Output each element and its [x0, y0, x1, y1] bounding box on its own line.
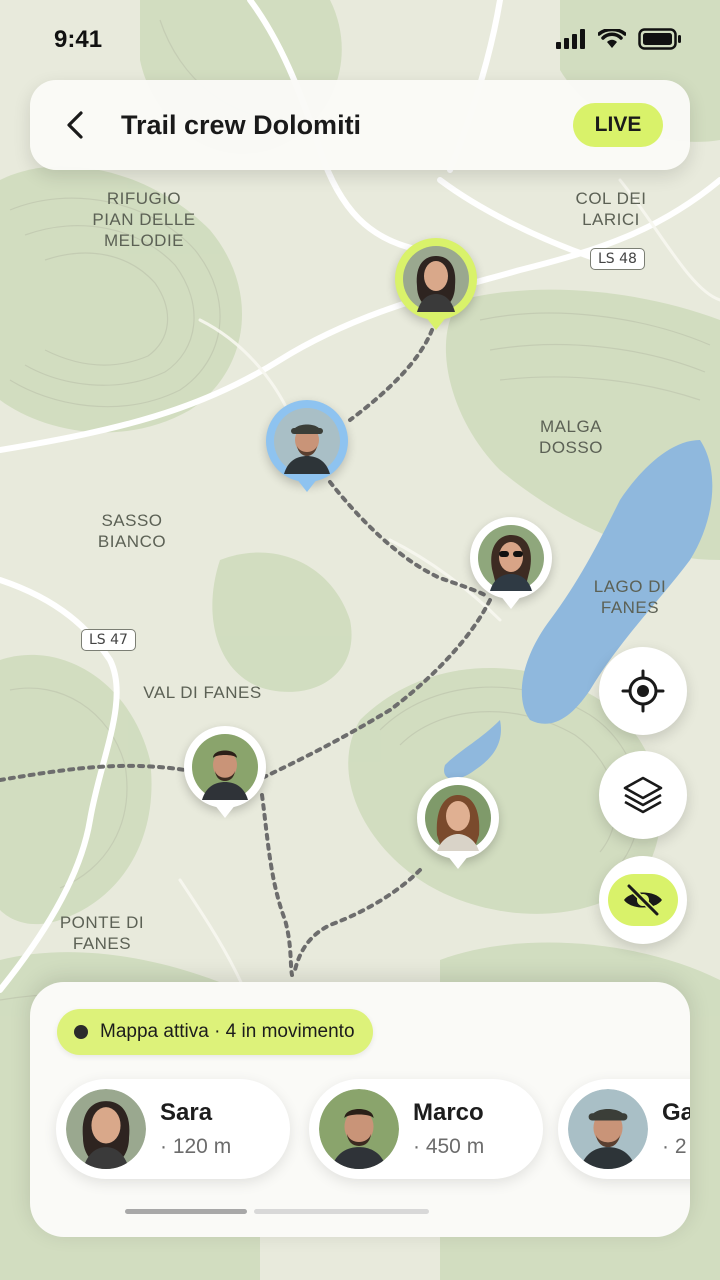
status-dot — [74, 1025, 88, 1039]
members-sheet: Mappa attiva · 4 in movimento Sara · 120… — [30, 982, 690, 1237]
road-shield-ls47: LS 47 — [81, 629, 136, 651]
visibility-toggle-button[interactable] — [599, 856, 687, 944]
map-status-pill: Mappa attiva · 4 in movimento — [57, 1009, 373, 1055]
back-button[interactable] — [52, 102, 98, 148]
live-badge: LIVE — [573, 103, 663, 147]
map-pin-sara[interactable] — [395, 238, 477, 334]
status-time: 9:41 — [54, 26, 103, 53]
map-label-lago-di-fanes: LAGO DI FANES — [593, 577, 667, 617]
chevron-left-icon — [67, 111, 83, 139]
avatar-member-3 — [478, 525, 544, 591]
cellular-signal-icon — [556, 29, 585, 49]
avatar — [66, 1089, 146, 1169]
layers-icon — [623, 776, 663, 814]
avatar — [568, 1089, 648, 1169]
member-name: Marco — [413, 1099, 484, 1126]
map-label-sasso-bianco: SASSO BIANCO — [97, 511, 167, 551]
member-distance: · 120 m — [160, 1135, 232, 1158]
eye-off-icon — [624, 883, 662, 917]
map-pin-gabriele[interactable] — [266, 400, 348, 496]
road-shield-ls48: LS 48 — [590, 248, 645, 270]
map-label-col-dei-larici: COL DEI LARICI — [575, 189, 647, 229]
avatar-sara — [403, 246, 469, 312]
avatar-sara — [66, 1089, 146, 1169]
map-label-rifugio: RIFUGIO PIAN DELLE MELODIE — [92, 189, 196, 250]
member-name: Sara — [160, 1099, 213, 1126]
map-pin-member-3[interactable] — [470, 517, 552, 613]
member-card-sara[interactable]: Sara · 120 m — [56, 1079, 290, 1179]
wifi-icon — [598, 29, 626, 48]
avatar-gabriele — [274, 408, 340, 474]
visibility-toggle-active — [608, 874, 678, 926]
map-status-text: Mappa attiva · 4 in movimento — [100, 1021, 355, 1042]
crosshair-icon — [621, 669, 665, 713]
member-distance: · 2 — [662, 1135, 687, 1158]
avatar-marco — [319, 1089, 399, 1169]
member-distance: · 450 m — [413, 1135, 485, 1158]
page-title: Trail crew Dolomiti — [121, 110, 362, 140]
map-label-ponte-di-fanes: PONTE DI FANES — [59, 913, 145, 953]
map-pin-marco[interactable] — [184, 726, 266, 822]
status-bar: 9:41 — [0, 0, 720, 70]
carousel-scroll-thumb[interactable] — [125, 1209, 247, 1214]
layers-button[interactable] — [599, 751, 687, 839]
map-label-val-di-fanes: VAL DI FANES — [143, 683, 262, 702]
avatar-gabriele — [568, 1089, 648, 1169]
carousel-scroll-track — [254, 1209, 429, 1214]
map-label-malga-dosso: MALGA DOSSO — [539, 417, 603, 457]
locate-button[interactable] — [599, 647, 687, 735]
member-name: Ga — [662, 1099, 690, 1126]
member-card-marco[interactable]: Marco · 450 m — [309, 1079, 543, 1179]
battery-icon — [638, 28, 681, 50]
status-icons — [556, 28, 682, 50]
member-card-gabriele[interactable]: Ga · 2 — [558, 1079, 690, 1179]
avatar-member-5 — [425, 785, 491, 851]
avatar-marco — [192, 734, 258, 800]
header-bar: Trail crew Dolomiti LIVE — [30, 80, 690, 170]
avatar — [319, 1089, 399, 1169]
map-pin-member-5[interactable] — [417, 777, 499, 873]
